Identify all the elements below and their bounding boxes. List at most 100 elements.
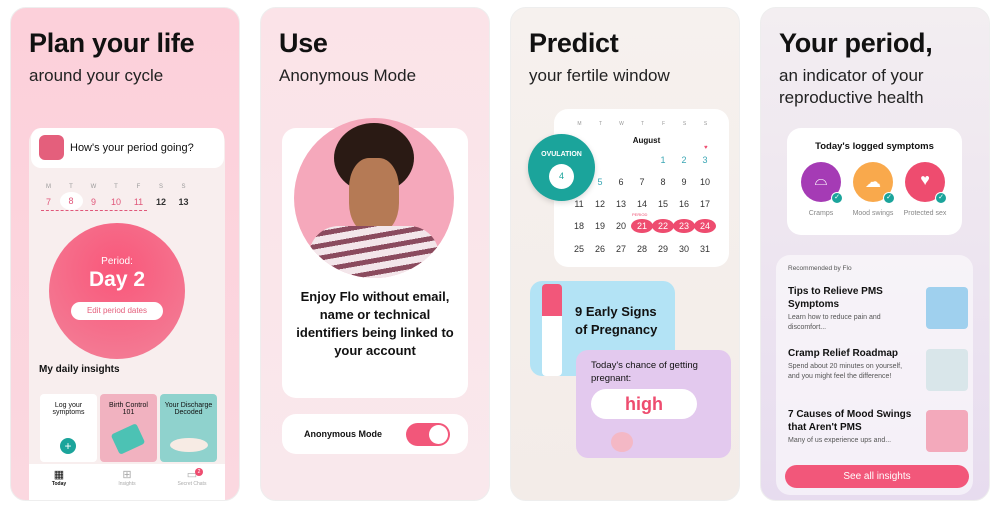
insight-card-birth-control[interactable]: Birth Control 101: [100, 394, 157, 462]
calendar-day[interactable]: 18: [568, 221, 590, 231]
pregnancy-chance-card: Today's chance of getting pregnant: high: [576, 350, 731, 458]
calendar-day[interactable]: 19: [589, 221, 611, 231]
calendar-day[interactable]: 6: [610, 177, 632, 187]
weekday-label: M: [46, 184, 51, 190]
anonymous-mode-toggle[interactable]: [406, 423, 450, 446]
weekday-label: S: [703, 121, 708, 127]
panel-title: Predict: [529, 28, 619, 58]
calendar-day[interactable]: 27: [610, 244, 632, 254]
symptom-label: Mood swings: [852, 210, 894, 217]
screenshot-period-health: Your period, an indicator of your reprod…: [760, 7, 990, 501]
calendar-day[interactable]: 2: [673, 155, 695, 165]
article-summary: Spend about 20 minutes on yourself, and …: [788, 363, 903, 380]
woman-covering-face-photo: [294, 118, 454, 278]
calendar-day[interactable]: 24: [694, 219, 716, 233]
calendar-day[interactable]: 20: [610, 221, 632, 231]
panel-title: Use: [279, 28, 328, 58]
heart-icon: ♥: [704, 145, 708, 151]
logged-symptoms-card: Today's logged symptoms ⌓ ✓ Cramps ☁ ✓ Mood s…: [787, 128, 962, 235]
calendar-day[interactable]: 3: [694, 155, 716, 165]
screenshot-anonymous-mode: Use Anonymous Mode Enjoy Flo without ema…: [260, 7, 490, 501]
day-cell[interactable]: 9: [82, 197, 105, 207]
see-all-insights-button[interactable]: See all insights: [785, 465, 969, 488]
weekday-label: F: [136, 184, 141, 190]
day-cell[interactable]: 13: [172, 197, 195, 207]
recommended-section: Recommended by Flo Tips to Relieve PMS S…: [776, 255, 973, 495]
calendar-day[interactable]: 22: [652, 219, 674, 233]
article-item[interactable]: Tips to Relieve PMS Symptoms Learn how to…: [788, 285, 968, 340]
panel-subtitle: your fertile window: [529, 66, 670, 85]
period-circle: Period: Day 2 Edit period dates: [49, 223, 185, 359]
day-cell[interactable]: 7: [37, 197, 60, 207]
calendar-day[interactable]: 12: [589, 199, 611, 209]
calendar-day[interactable]: 1: [652, 155, 674, 165]
unread-badge: 2: [195, 468, 203, 476]
pregnancy-test-icon: [542, 284, 562, 376]
period-tag: PERIOD: [632, 212, 648, 217]
article-item[interactable]: Cramp Relief Roadmap Spend about 20 minut…: [788, 347, 968, 402]
check-icon: ✓: [883, 192, 895, 204]
check-icon: ✓: [831, 192, 843, 204]
symptom-mood-swings-icon[interactable]: ☁ ✓: [853, 162, 895, 204]
article-thumbnail: [926, 410, 968, 452]
edit-period-dates-button[interactable]: Edit period dates: [71, 302, 163, 320]
calendar-day[interactable]: 23: [673, 219, 695, 233]
add-icon[interactable]: +: [60, 438, 76, 454]
calendar-day[interactable]: 16: [673, 199, 695, 209]
insight-card-discharge[interactable]: Your Discharge Decoded: [160, 394, 217, 462]
weekday-label: T: [69, 184, 73, 190]
calendar-day[interactable]: 25: [568, 244, 590, 254]
article-title: Tips to Relieve PMS Symptoms: [788, 286, 883, 310]
pill-pack-icon: [110, 423, 146, 455]
calendar-day[interactable]: 13: [610, 199, 632, 209]
calendar-day[interactable]: 10: [694, 177, 716, 187]
calendar-day[interactable]: 9: [673, 177, 695, 187]
period-prompt[interactable]: How's your period going?: [31, 128, 224, 168]
day-cell[interactable]: 8: [59, 192, 83, 210]
weekday-label: T: [114, 184, 118, 190]
weekday-label: T: [598, 121, 603, 127]
nav-secret-chats[interactable]: ▭ Secret Chats 2: [167, 468, 217, 487]
anonymous-mode-row: Anonymous Mode: [282, 414, 468, 454]
nav-insights[interactable]: ⊞ Insights: [107, 468, 147, 487]
calendar-day[interactable]: 30: [673, 244, 695, 254]
panel-title: Your period,: [779, 28, 933, 58]
article-item[interactable]: 7 Causes of Mood Swings that Aren't PMS M…: [788, 408, 968, 463]
check-icon: ✓: [935, 192, 947, 204]
screenshot-predict-fertile-window: Predict your fertile window August MTWTF…: [510, 7, 740, 501]
calendar-day[interactable]: 31: [694, 244, 716, 254]
egg-icon: [611, 432, 633, 452]
symptom-protected-sex-icon[interactable]: ♥ ✓: [905, 162, 947, 204]
calendar-day[interactable]: 7: [631, 177, 653, 187]
calendar-day[interactable]: 11: [568, 199, 590, 209]
panel-subtitle: Anonymous Mode: [279, 66, 417, 85]
bottom-nav: ▦ Today ⊞ Insights ▭ Secret Chats 2: [29, 464, 225, 500]
day-cell[interactable]: 11: [127, 197, 150, 207]
calendar-icon: ▦: [53, 469, 65, 481]
article-summary: Learn how to reduce pain and discomfort.…: [788, 314, 881, 331]
insight-card-log-symptoms[interactable]: Log your symptoms +: [40, 394, 97, 462]
flo-logo-icon: [39, 135, 64, 160]
calendar-day[interactable]: 21: [631, 219, 653, 233]
panel-subtitle: an indicator of your reproductive health: [779, 66, 924, 107]
screenshot-plan-your-life: Plan your life around your cycle How's y…: [10, 7, 240, 501]
weekday-label: S: [682, 121, 687, 127]
article-thumbnail: [926, 287, 968, 329]
calendar-day[interactable]: 14: [631, 199, 653, 209]
nav-today[interactable]: ▦ Today: [44, 468, 74, 487]
calendar-day[interactable]: 8: [652, 177, 674, 187]
weekday-label: W: [90, 184, 97, 190]
article-title: Cramp Relief Roadmap: [788, 348, 899, 359]
day-cell[interactable]: 12: [150, 197, 173, 207]
calendar-day[interactable]: 17: [694, 199, 716, 209]
weekday-label: S: [181, 184, 186, 190]
panel-subtitle: around your cycle: [29, 66, 164, 85]
symptom-cramps-icon[interactable]: ⌓ ✓: [801, 162, 843, 204]
calendar-day[interactable]: 26: [589, 244, 611, 254]
anonymous-info-card: Enjoy Flo without email, name or technic…: [282, 118, 468, 398]
period-range-indicator: [41, 210, 147, 211]
calendar-day[interactable]: 15: [652, 199, 674, 209]
day-cell[interactable]: 10: [105, 197, 128, 207]
calendar-day[interactable]: 29: [652, 244, 674, 254]
calendar-day[interactable]: 28: [631, 244, 653, 254]
